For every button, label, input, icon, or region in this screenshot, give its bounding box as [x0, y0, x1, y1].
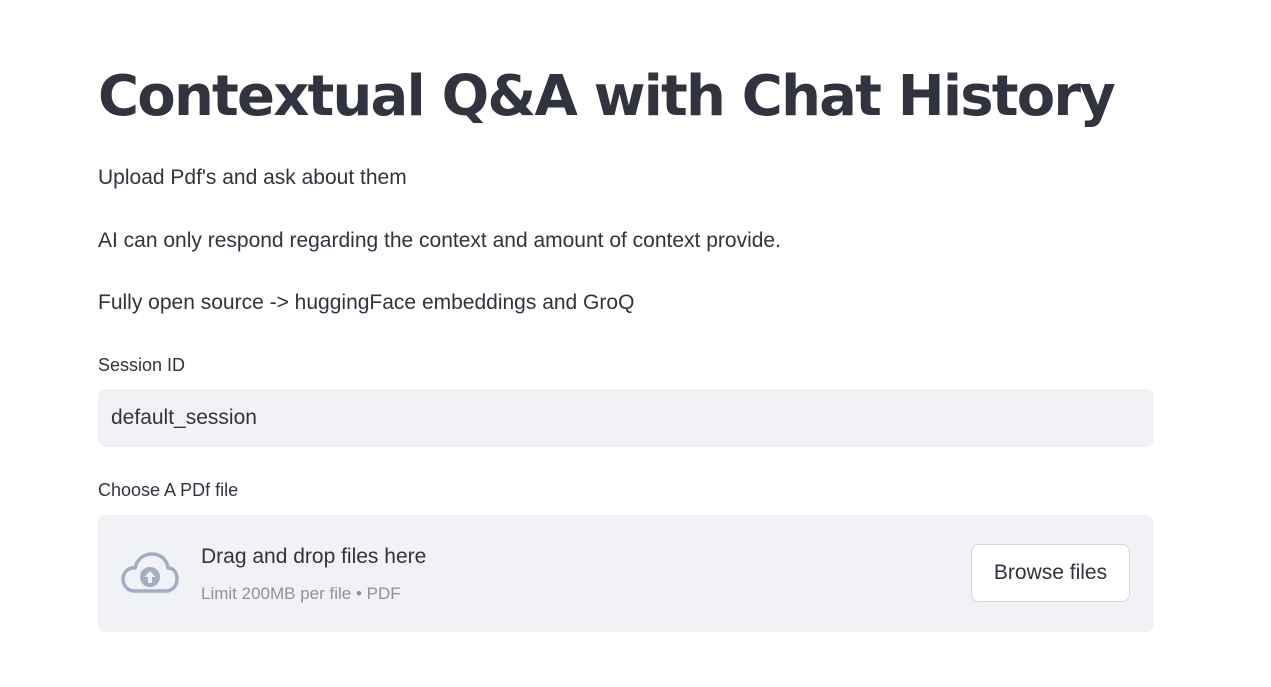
dropzone-title: Drag and drop files here [201, 545, 427, 568]
file-dropzone[interactable]: Drag and drop files here Limit 200MB per… [98, 515, 1154, 632]
browse-files-button[interactable]: Browse files [971, 544, 1130, 602]
page-title: Contextual Q&A with Chat History [98, 64, 1116, 129]
session-id-label: Session ID [98, 355, 186, 375]
cloud-upload-icon [121, 551, 179, 595]
session-id-input[interactable] [98, 389, 1154, 447]
dropzone-limit-text: Limit 200MB per file • PDF [201, 584, 401, 603]
file-uploader-label: Choose A PDf file [98, 480, 239, 500]
intro-text-3: Fully open source -> huggingFace embeddi… [98, 291, 635, 314]
intro-text-1: Upload Pdf's and ask about them [98, 166, 407, 189]
intro-text-2: AI can only respond regarding the contex… [98, 229, 781, 252]
